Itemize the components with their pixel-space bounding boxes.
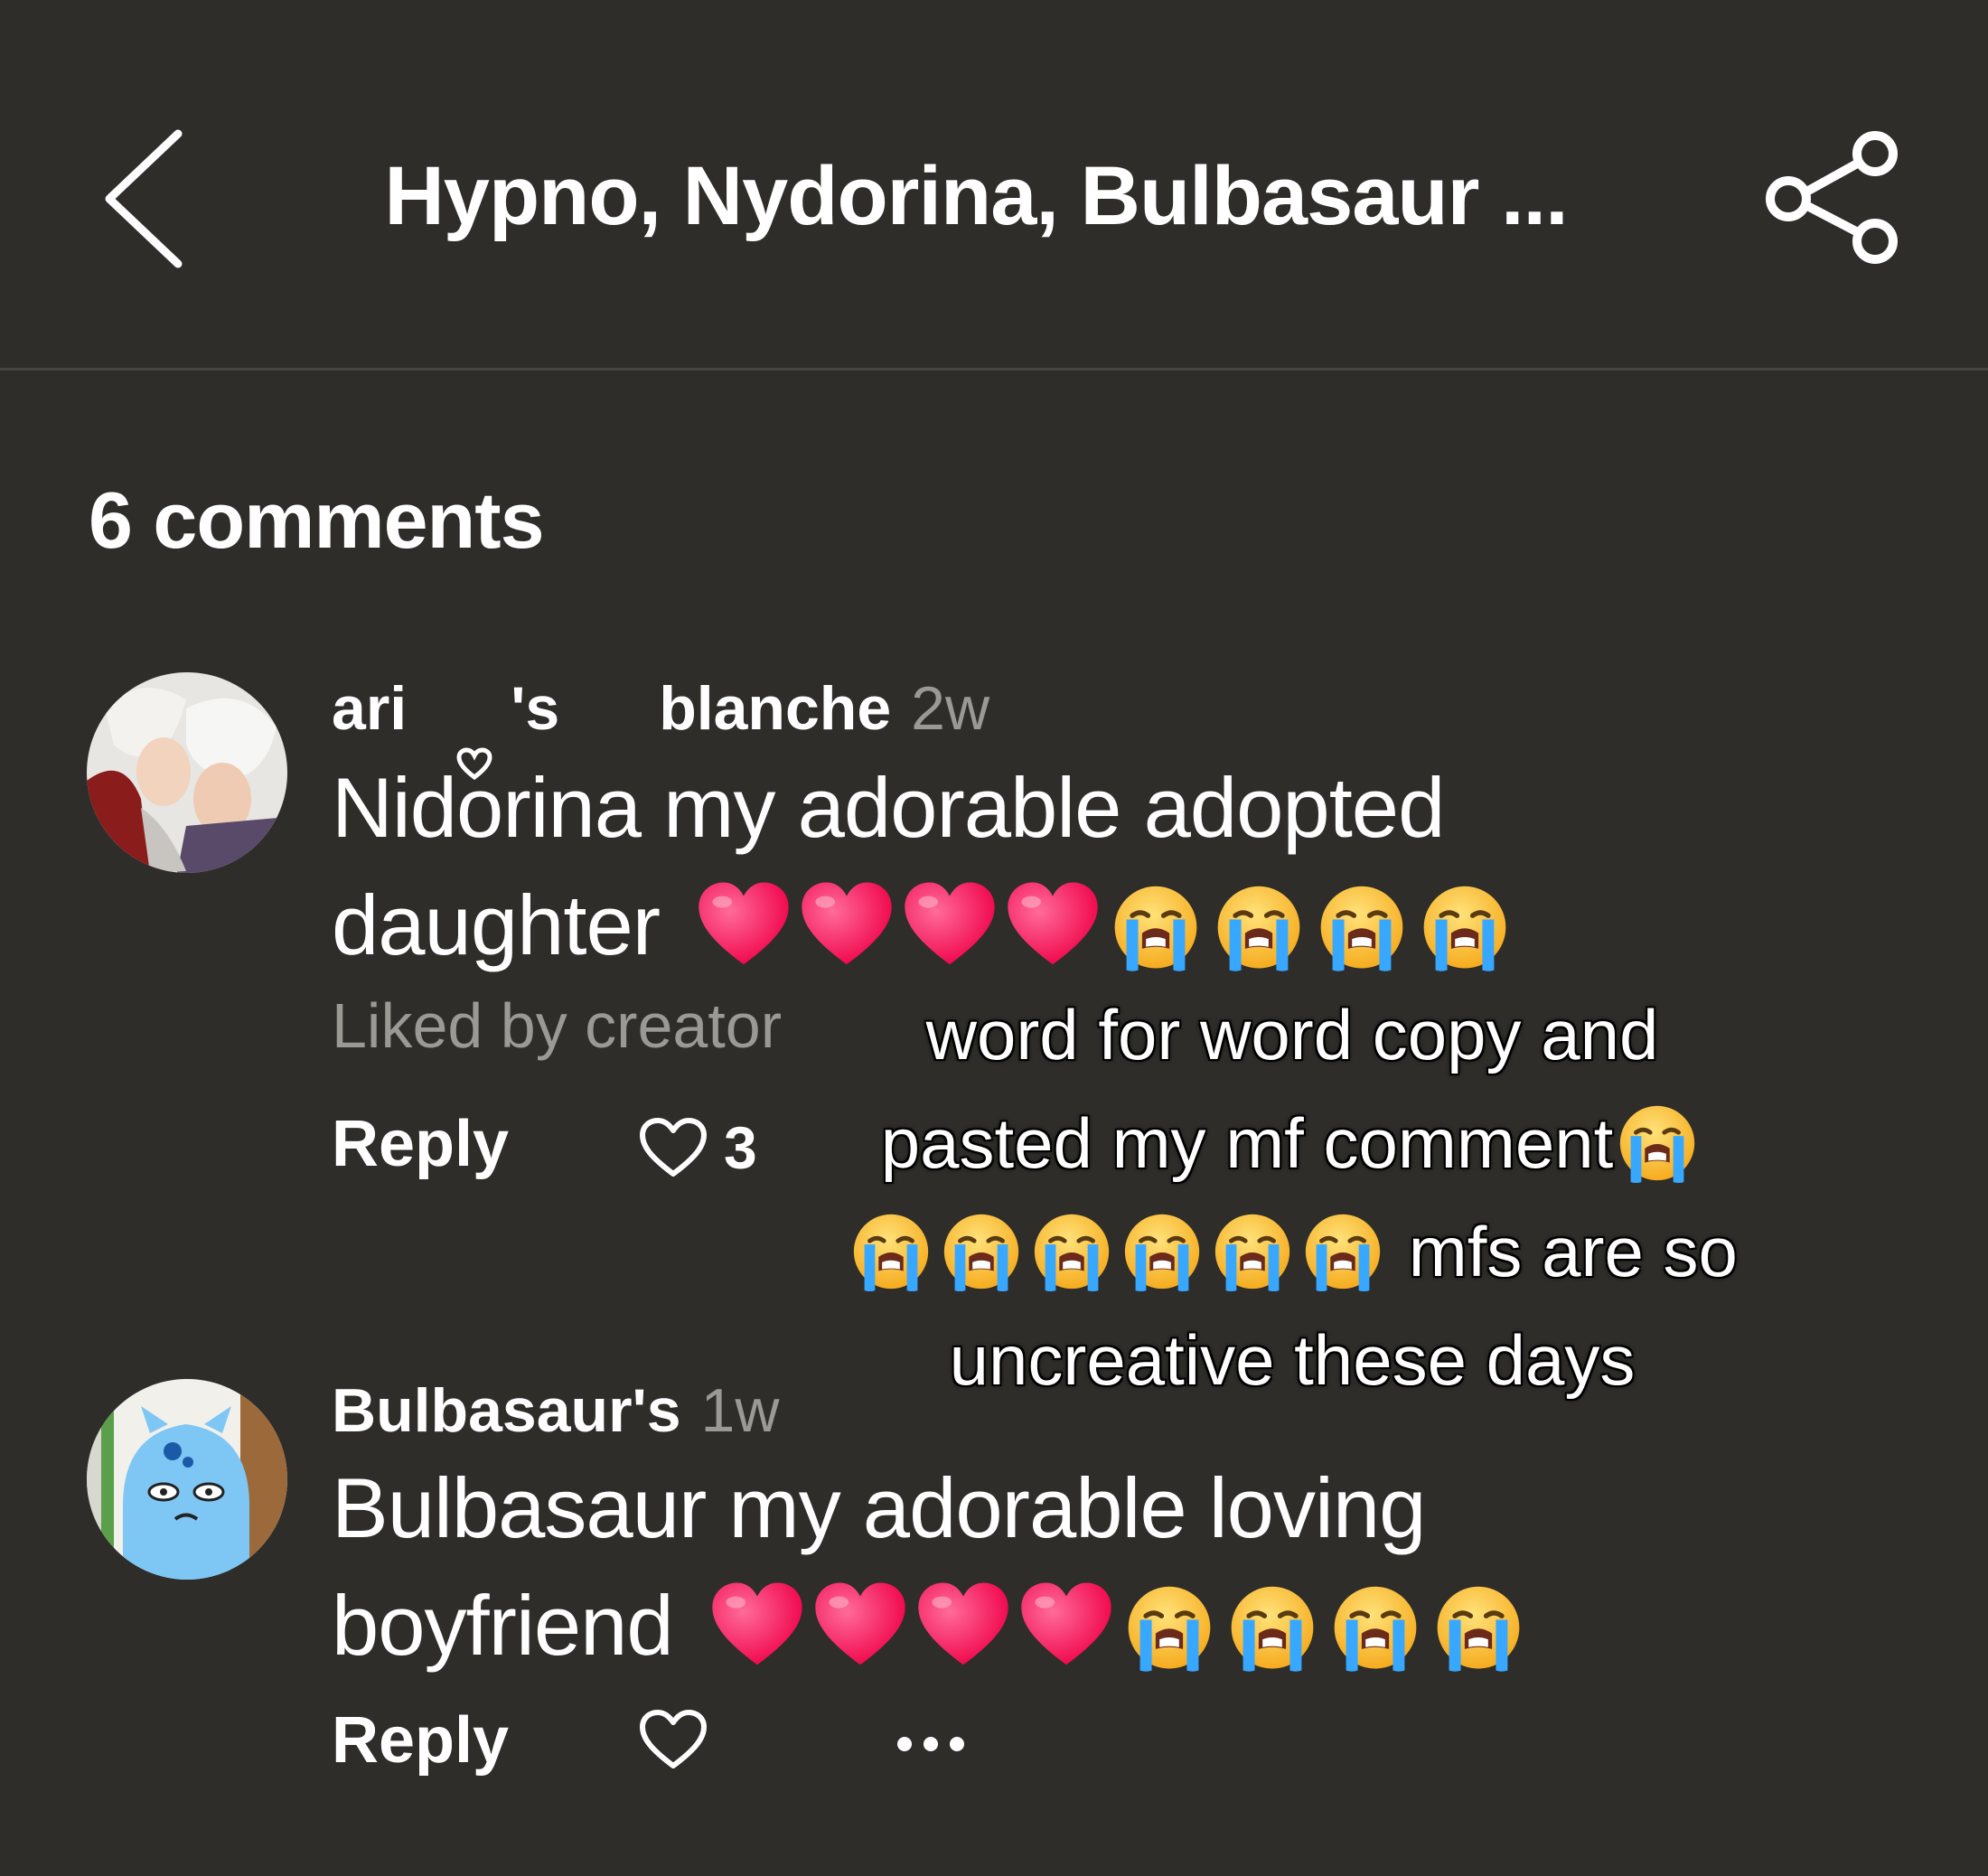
share-button[interactable] [1758,131,1911,267]
loudly-crying-emoji [1121,1577,1218,1674]
more-options-button[interactable] [890,1717,971,1771]
more-dots-icon [897,1737,964,1751]
back-button[interactable] [95,127,194,271]
timestamp: 2w [911,674,990,743]
loudly-crying-emoji [1118,1205,1206,1294]
loudly-crying-emoji [1416,877,1514,974]
caption-line: pasted my mf comment [795,1089,1789,1197]
page-title: Hypno, Nydorina, Bulbasaur ... [384,150,1568,242]
reply-button[interactable]: Reply [332,1107,509,1181]
loudly-crying-emoji [1613,1097,1702,1186]
reply-button[interactable]: Reply [332,1703,509,1778]
loudly-crying-emoji [1208,1205,1297,1294]
red-heart-emoji [1017,1577,1115,1674]
avatar-image [87,672,287,873]
author-name-suffix[interactable]: 's [511,674,559,743]
caption-line: word for word copy and [925,995,1659,1074]
avatar-image [87,1379,287,1580]
loudly-crying-emoji [1027,1205,1116,1294]
loudly-crying-emoji [1224,1577,1321,1674]
caption-line: uncreative these days [949,1320,1636,1400]
author-name[interactable]: ari [332,674,407,743]
avatar[interactable] [87,1379,287,1580]
avatar[interactable] [87,672,287,873]
loudly-crying-emoji [1313,877,1411,974]
like-button[interactable] [637,1703,709,1776]
loudly-crying-emoji [847,1205,935,1294]
timestamp: 1w [700,1376,780,1445]
comment-text-line: Nidorina my adorable adopted [332,760,1445,855]
heart-outline-icon [640,1710,707,1768]
author-name-secondary[interactable]: blanche [659,674,891,743]
comment-text-line: Bulbasaur my adorable loving [332,1460,1426,1555]
loudly-crying-emoji [1210,877,1308,974]
like-button[interactable]: 3 [637,1112,757,1184]
loudly-crying-emoji [1107,877,1205,974]
like-count: 3 [724,1114,757,1181]
red-heart-emoji [695,877,792,974]
caption-line: mfs are so [795,1197,1789,1306]
loudly-crying-emoji [1299,1205,1387,1294]
share-icon [1766,131,1898,264]
red-heart-emoji [798,877,896,974]
heart-outline-icon [640,1118,707,1177]
comment-text-line: boyfriend [332,1577,1533,1674]
red-heart-emoji [914,1577,1012,1674]
comment-meta: Bulbasaur's 1w [332,1375,779,1446]
red-heart-emoji [901,877,999,974]
loudly-crying-emoji [1430,1577,1527,1674]
video-caption-overlay: word for word copy and pasted my mf comm… [795,980,1789,1414]
comments-count: 6 comments [89,475,545,565]
chevron-left-icon [105,129,183,268]
red-heart-emoji [811,1577,909,1674]
top-bar: Hypno, Nydorina, Bulbasaur ... [0,0,1988,371]
comment-text-line: daughter [332,877,1519,974]
liked-by-creator-label: Liked by creator [332,990,783,1061]
loudly-crying-emoji [937,1205,1026,1294]
comment-meta: ari 's blanche 2w [332,673,990,780]
red-heart-emoji [708,1577,806,1674]
loudly-crying-emoji [1327,1577,1424,1674]
author-name[interactable]: Bulbasaur's [332,1376,681,1445]
red-heart-emoji [1004,877,1102,974]
